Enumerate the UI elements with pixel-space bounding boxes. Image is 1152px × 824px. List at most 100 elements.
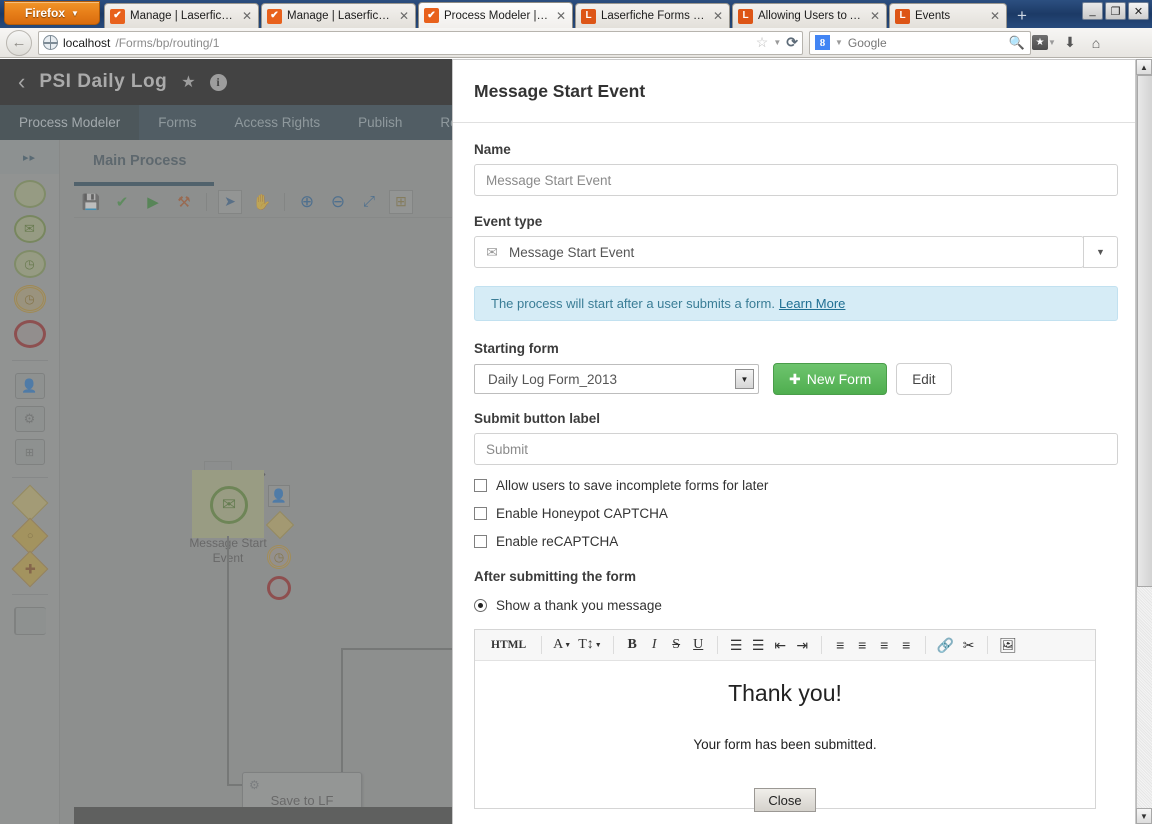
close-icon[interactable]: ✕: [713, 9, 723, 23]
divider: [924, 636, 926, 654]
page-vertical-scrollbar[interactable]: ▲ ▼: [1135, 59, 1152, 824]
event-type-value: Message Start Event: [509, 244, 635, 260]
checkbox-icon[interactable]: [474, 535, 487, 548]
back-arrow-icon[interactable]: ←: [6, 29, 32, 56]
name-input[interactable]: Message Start Event: [474, 164, 1118, 196]
align-left-button[interactable]: ≡: [831, 634, 850, 656]
reload-icon[interactable]: ⟳: [786, 34, 798, 51]
browser-tab-5[interactable]: L Events ✕: [889, 3, 1007, 28]
font-size-button[interactable]: T↕ ▼: [576, 634, 604, 656]
bullet-list-button[interactable]: ☰: [727, 634, 746, 656]
browser-navigation-bar: ← localhost /Forms/bp/routing/1 ☆ ▼ ⟳ 8 …: [0, 28, 1152, 58]
align-right-button[interactable]: ≡: [875, 634, 894, 656]
minimize-button[interactable]: _: [1082, 2, 1103, 20]
browser-tab-4[interactable]: L Allowing Users to Acc... ✕: [732, 3, 887, 28]
starting-form-label: Starting form: [474, 341, 559, 356]
after-submitting-label: After submitting the form: [474, 569, 636, 584]
close-icon[interactable]: ✕: [990, 9, 1000, 23]
checkmark-icon: ✔: [110, 8, 125, 24]
chevron-down-icon[interactable]: ▼: [835, 38, 843, 47]
info-text: The process will start after a user subm…: [491, 296, 775, 311]
checkbox-row-recaptcha[interactable]: Enable reCAPTCHA: [474, 534, 1118, 549]
submit-button-label-input[interactable]: Submit: [474, 433, 1118, 465]
divider: [987, 636, 989, 654]
unlink-button[interactable]: ✂: [959, 634, 978, 656]
browser-tab-3[interactable]: L Laserfiche Forms Help ✕: [575, 3, 730, 28]
search-input[interactable]: Google: [848, 36, 1004, 50]
checkbox-label: Enable Honeypot CAPTCHA: [496, 506, 668, 521]
tab-title: Manage | Laserfiche F...: [287, 10, 394, 22]
align-center-button[interactable]: ≡: [853, 634, 872, 656]
edit-form-button[interactable]: Edit: [896, 363, 952, 395]
checkbox-icon[interactable]: [474, 479, 487, 492]
url-host: localhost: [63, 35, 111, 50]
underline-button[interactable]: U: [689, 634, 708, 656]
chevron-down-icon[interactable]: ▼: [773, 38, 781, 47]
magnifier-icon[interactable]: 🔍: [1009, 35, 1025, 51]
close-icon[interactable]: ✕: [556, 9, 566, 23]
justify-button[interactable]: ≡: [897, 634, 916, 656]
image-button[interactable]: 🖼: [997, 634, 1019, 656]
envelope-icon: ✉: [486, 243, 498, 260]
chevron-down-icon[interactable]: ▼: [1082, 236, 1118, 268]
close-window-button[interactable]: ✕: [1128, 2, 1149, 20]
editor-content[interactable]: Thank you! Your form has been submitted.…: [475, 661, 1095, 812]
browser-tab-2[interactable]: ✔ Process Modeler | Las... ✕: [418, 2, 573, 28]
close-icon[interactable]: ✕: [242, 9, 252, 23]
firefox-menu-label: Firefox: [25, 6, 66, 20]
font-color-glyph: A: [553, 637, 564, 652]
browser-tab-0[interactable]: ✔ Manage | Laserfiche F... ✕: [104, 3, 259, 28]
screen: Firefox ▼ ✔ Manage | Laserfiche F... ✕ ✔…: [0, 0, 1152, 824]
starting-form-row: Daily Log Form_2013 ▼ ✚ New Form Edit: [474, 363, 1118, 395]
html-source-button[interactable]: HTML: [485, 639, 532, 651]
search-bar[interactable]: 8 ▼ Google 🔍: [809, 30, 1031, 55]
home-icon[interactable]: ⌂: [1083, 31, 1109, 55]
submit-button-label-label: Submit button label: [474, 411, 600, 426]
indent-button[interactable]: ⇥: [793, 634, 812, 656]
scroll-up-button[interactable]: ▲: [1136, 59, 1152, 75]
chevron-down-icon[interactable]: ▼: [735, 369, 754, 389]
firefox-menu-button[interactable]: Firefox ▼: [4, 1, 100, 25]
dialog-body: Name Message Start Event Event type ✉ Me…: [453, 123, 1139, 812]
checkbox-icon[interactable]: [474, 507, 487, 520]
close-button[interactable]: Close: [754, 788, 816, 812]
rich-text-editor: HTML A ▼ T↕ ▼ B I S U ☰ ☰ ⇤ ⇥ ≡ ≡ ≡ ≡ 🔗 …: [474, 629, 1096, 812]
close-icon[interactable]: ✕: [399, 9, 409, 23]
browser-tab-1[interactable]: ✔ Manage | Laserfiche F... ✕: [261, 3, 416, 28]
outdent-button[interactable]: ⇤: [771, 634, 790, 656]
scroll-down-button[interactable]: ▼: [1136, 808, 1152, 824]
scrollbar-thumb[interactable]: [1137, 75, 1152, 587]
divider: [716, 636, 718, 654]
star-icon[interactable]: ☆: [756, 34, 769, 51]
checkbox-row-honeypot[interactable]: Enable Honeypot CAPTCHA: [474, 506, 1118, 521]
address-bar[interactable]: localhost /Forms/bp/routing/1 ☆ ▼ ⟳: [38, 30, 803, 55]
chevron-down-icon: ▼: [71, 8, 79, 18]
thank-you-heading: Thank you!: [728, 680, 842, 706]
checkbox-label: Enable reCAPTCHA: [496, 534, 619, 549]
checkbox-label: Allow users to save incomplete forms for…: [496, 478, 769, 493]
bold-button[interactable]: B: [623, 634, 642, 656]
strikethrough-button[interactable]: S: [667, 634, 686, 656]
learn-more-link[interactable]: Learn More: [779, 296, 845, 311]
restore-button[interactable]: ❐: [1105, 2, 1126, 20]
event-type-select[interactable]: ✉ Message Start Event: [474, 236, 1084, 268]
new-tab-button[interactable]: +: [1009, 4, 1035, 28]
tab-title: Manage | Laserfiche F...: [130, 10, 237, 22]
starting-form-select[interactable]: Daily Log Form_2013 ▼: [474, 364, 759, 394]
close-icon[interactable]: ✕: [870, 9, 880, 23]
numbered-list-button[interactable]: ☰: [749, 634, 768, 656]
checkbox-row-save-incomplete[interactable]: Allow users to save incomplete forms for…: [474, 478, 1118, 493]
dialog-title: Message Start Event: [453, 60, 1139, 123]
font-color-button[interactable]: A ▼: [551, 634, 573, 656]
radio-row-thank-you[interactable]: Show a thank you message: [474, 598, 1118, 613]
tab-strip: ✔ Manage | Laserfiche F... ✕ ✔ Manage | …: [104, 2, 1035, 28]
bookmarks-icon[interactable]: ★ ▼: [1031, 31, 1057, 55]
new-form-button[interactable]: ✚ New Form: [773, 363, 888, 395]
laserfiche-icon: L: [895, 8, 910, 24]
message-start-event-dialog: Message Start Event Name Message Start E…: [452, 59, 1139, 824]
scrollbar-track[interactable]: [1136, 75, 1152, 808]
link-button[interactable]: 🔗: [935, 634, 956, 656]
download-icon[interactable]: ⬇: [1057, 31, 1083, 55]
radio-icon[interactable]: [474, 599, 487, 612]
italic-button[interactable]: I: [645, 634, 664, 656]
